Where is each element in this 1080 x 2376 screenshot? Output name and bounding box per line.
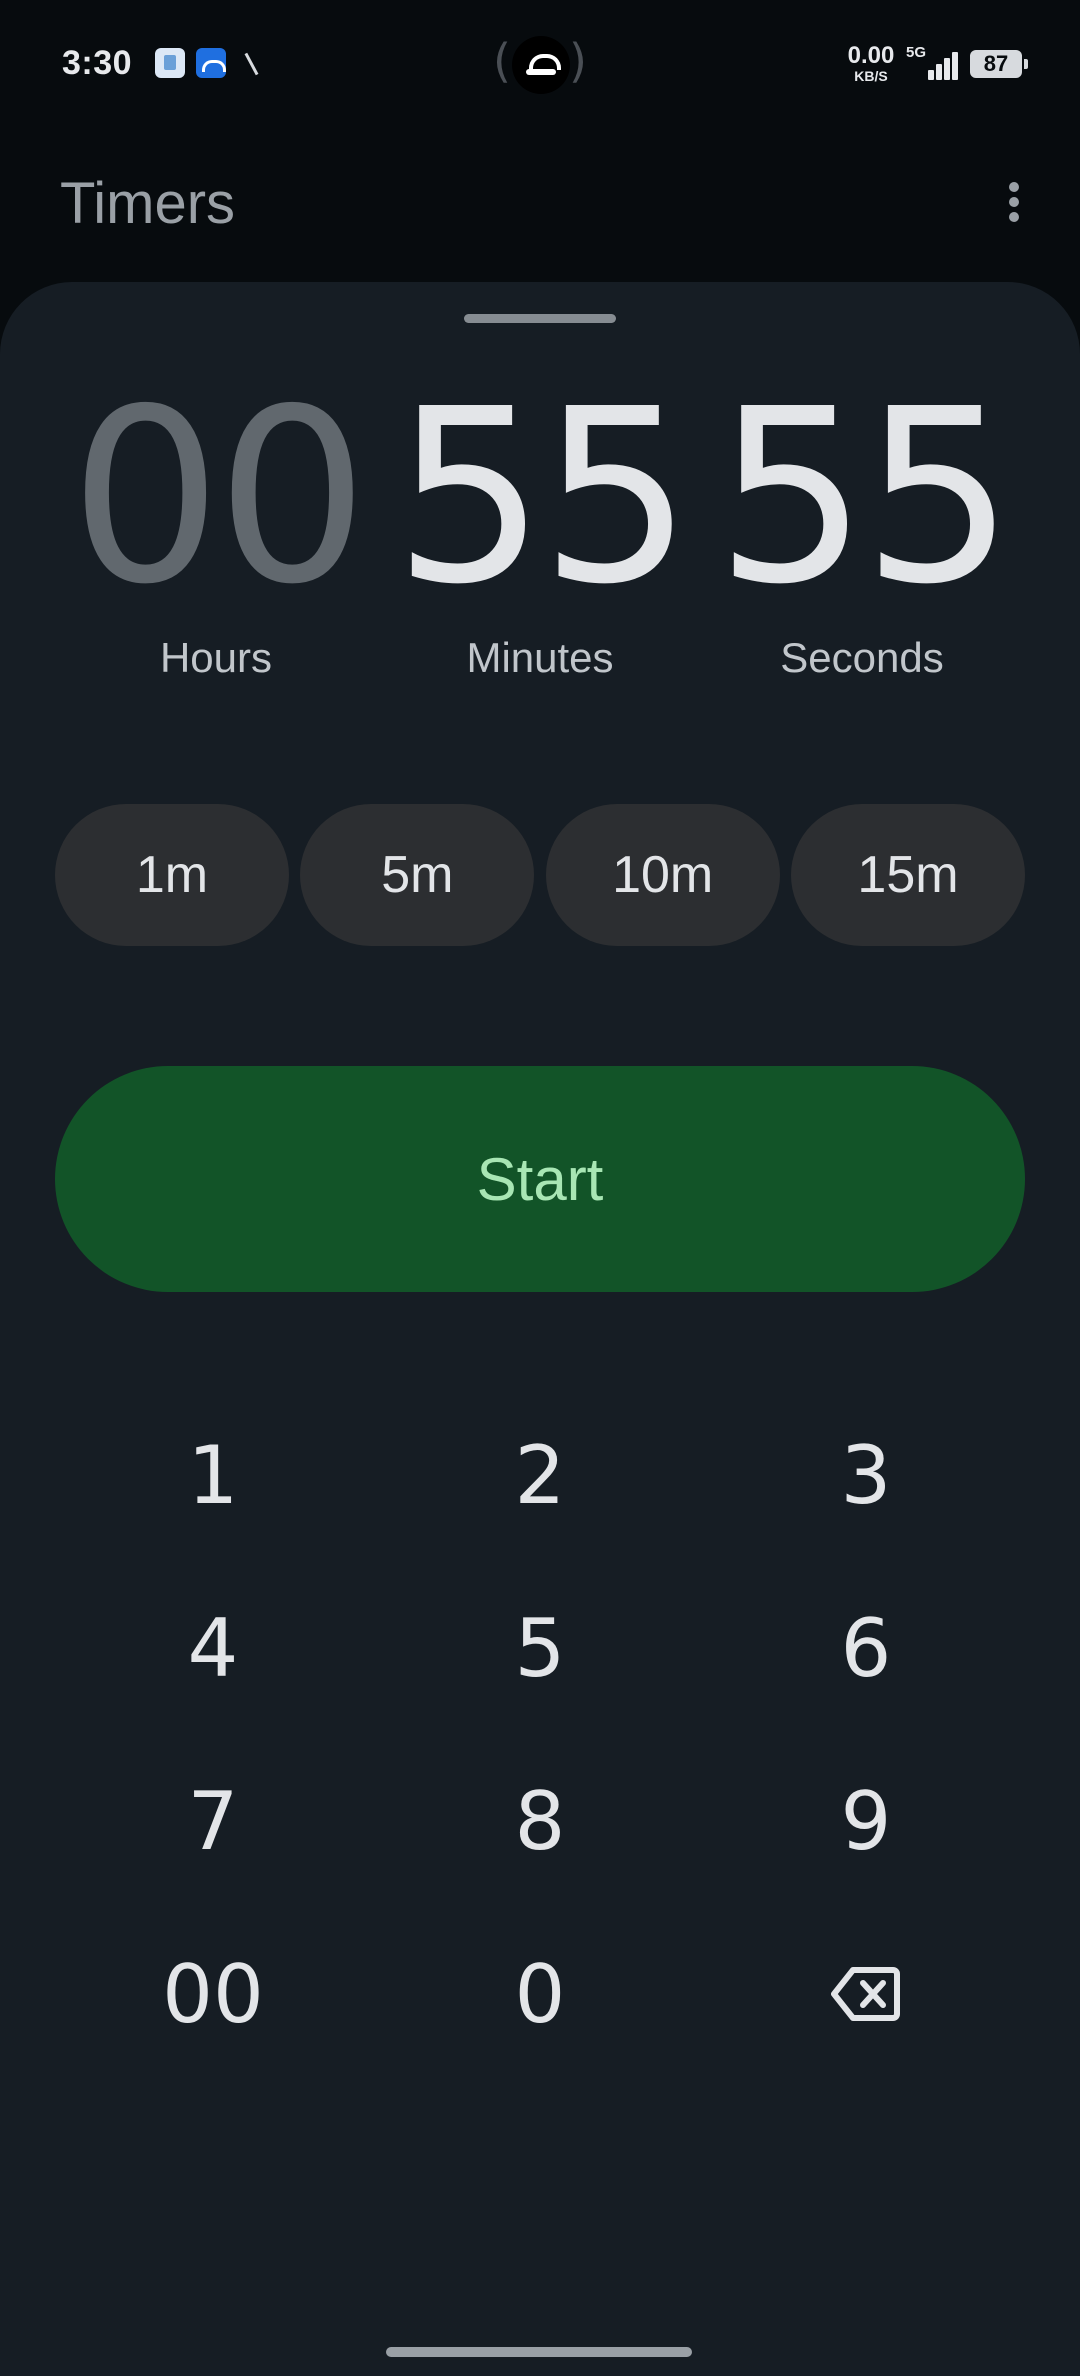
key-6[interactable]: 6 bbox=[766, 1573, 966, 1723]
network-speed: 0.00 KB/S bbox=[843, 42, 899, 84]
seconds-value: 55 bbox=[715, 357, 1014, 637]
minutes-value: 55 bbox=[393, 357, 692, 637]
preset-10m-button[interactable]: 10m bbox=[545, 804, 780, 946]
minutes-label: Minutes bbox=[466, 634, 614, 681]
network-type: 5G bbox=[906, 44, 927, 61]
key-7[interactable]: 7 bbox=[113, 1746, 313, 1896]
battery-icon: 87 bbox=[970, 50, 1028, 78]
key-1[interactable]: 1 bbox=[113, 1400, 313, 1550]
status-bar: 3:30 ( ) 0.00 KB/S 5G 87 bbox=[0, 0, 1080, 130]
cell-signal-icon: 5G bbox=[906, 44, 958, 80]
hours-value: 00 bbox=[69, 357, 368, 637]
signal-tool-icon bbox=[240, 48, 264, 78]
more-vert-icon[interactable] bbox=[990, 172, 1038, 232]
key-3[interactable]: 3 bbox=[766, 1400, 966, 1550]
key-2[interactable]: 2 bbox=[440, 1400, 640, 1550]
drag-handle[interactable] bbox=[464, 314, 616, 323]
key-00[interactable]: 00 bbox=[113, 1919, 313, 2069]
hotspot-icon bbox=[512, 36, 570, 94]
timer-sheet: 00 Hours 55 Minutes 55 Seconds 1m 5m 10m… bbox=[0, 282, 1080, 2376]
preset-5m-button[interactable]: 5m bbox=[300, 804, 535, 946]
camera-cutout: ( ) bbox=[490, 30, 590, 100]
network-speed-value: 0.00 bbox=[847, 42, 895, 69]
page-title: Timers bbox=[60, 171, 236, 236]
backspace-icon bbox=[831, 1967, 900, 2021]
hours-display: 00 Hours bbox=[56, 372, 376, 682]
seconds-display: 55 Seconds bbox=[702, 372, 1022, 682]
timer-screen: 3:30 ( ) 0.00 KB/S 5G 87 Timers 00 Hours… bbox=[0, 0, 1080, 2376]
minutes-display: 55 Minutes bbox=[380, 372, 700, 682]
preset-1m-button[interactable]: 1m bbox=[55, 804, 289, 946]
backspace-button[interactable] bbox=[766, 1919, 966, 2069]
preset-15m-button[interactable]: 15m bbox=[790, 804, 1025, 946]
key-5[interactable]: 5 bbox=[440, 1573, 640, 1723]
network-speed-unit: KB/S bbox=[854, 68, 888, 84]
home-indicator[interactable] bbox=[386, 2347, 692, 2357]
key-0[interactable]: 0 bbox=[440, 1919, 640, 2069]
app-notification-icon bbox=[155, 48, 185, 78]
hours-label: Hours bbox=[159, 634, 273, 681]
seconds-label: Seconds bbox=[780, 634, 944, 681]
key-4[interactable]: 4 bbox=[113, 1573, 313, 1723]
preset-chips: 1m 5m 10m 15m bbox=[55, 804, 1025, 946]
wifi-router-app-icon bbox=[196, 48, 226, 78]
key-8[interactable]: 8 bbox=[440, 1746, 640, 1896]
start-button[interactable]: Start bbox=[55, 1066, 1025, 1292]
status-time: 3:30 bbox=[62, 44, 133, 82]
key-9[interactable]: 9 bbox=[766, 1746, 966, 1896]
